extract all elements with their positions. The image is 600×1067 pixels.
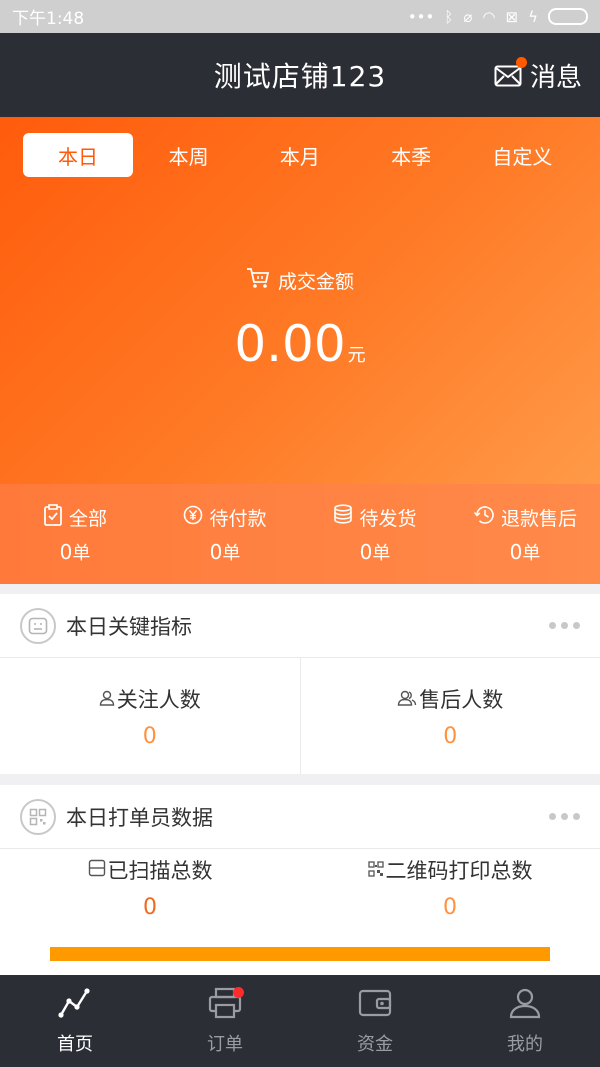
tab-week[interactable]: 本周: [133, 133, 244, 177]
mail-icon: [494, 57, 527, 87]
sales-hero: 本日 本周 本月 本季 自定义 成交金额 0.00 元: [0, 117, 600, 484]
tab-month[interactable]: 本月: [244, 133, 355, 177]
user-icon: [99, 687, 115, 711]
users-icon: [397, 687, 417, 711]
order-stats: 全部 0单 待付款 0单 待发货 0 单 退款售后 0 单: [0, 484, 600, 584]
status-bar: 下午1:48 ••• ᛒ ⌀ ◠ ⊠ ϟ: [0, 0, 600, 33]
history-icon: [473, 505, 495, 530]
printer-data-row: 已扫描总数 0 二维码打印总数 0: [0, 849, 600, 925]
wallet-icon: [357, 987, 393, 1030]
trend-icon: [57, 987, 93, 1030]
metric-aftersales-value: 0: [443, 723, 458, 749]
tabbar-orders[interactable]: 订单: [150, 975, 300, 1067]
key-metrics-more-icon[interactable]: [549, 622, 580, 629]
printer-data-more-icon[interactable]: [549, 813, 580, 820]
profile-icon: [507, 987, 543, 1030]
sales-amount-unit: 元: [347, 345, 366, 366]
cart-icon: [246, 267, 270, 294]
metric-scanned[interactable]: 已扫描总数 0: [0, 849, 300, 925]
metric-qr-printed-value: 0: [443, 894, 457, 920]
sales-amount-value: 0.00: [234, 315, 346, 373]
tab-custom[interactable]: 自定义: [467, 133, 578, 177]
key-metrics-header: 本日关键指标: [0, 594, 600, 658]
dashboard-icon: [20, 607, 56, 644]
yen-icon: [183, 505, 203, 530]
printer-data-section: 本日打单员数据 已扫描总数 0 二维码打印总数 0: [0, 785, 600, 975]
order-stat-pending-shipment[interactable]: 待发货 0单: [300, 484, 450, 584]
status-icons: ••• ᛒ ⌀ ◠ ⊠ ϟ: [408, 8, 588, 26]
wifi-icon: ◠: [482, 7, 496, 26]
key-metrics-section: 本日关键指标 关注人数 0 售后人数 0: [0, 594, 600, 774]
clipboard-icon: [43, 503, 63, 531]
printer-data-header: 本日打单员数据: [0, 785, 600, 849]
sales-amount: 0.00 元: [0, 315, 600, 373]
metric-followers-value: 0: [142, 723, 157, 749]
order-stat-refund[interactable]: 退款售后 0单: [450, 484, 600, 584]
sales-amount-label: 成交金额: [0, 267, 600, 294]
coins-icon: [333, 503, 353, 531]
printer-progress-fill: [50, 947, 550, 961]
sim-icon: ⊠: [505, 7, 519, 26]
charging-icon: ϟ: [528, 7, 538, 26]
key-metrics-row: 关注人数 0 售后人数 0: [0, 658, 600, 774]
metric-followers[interactable]: 关注人数 0: [0, 658, 300, 774]
bluetooth-icon: ᛒ: [444, 7, 454, 26]
tabbar-home[interactable]: 首页: [0, 975, 150, 1067]
bottom-tabbar: 首页 订单 资金 我的: [0, 975, 600, 1067]
key-metrics-title: 本日关键指标: [66, 614, 192, 639]
scan-icon: [88, 858, 106, 882]
status-time: 下午1:48: [12, 9, 85, 29]
tabbar-mine[interactable]: 我的: [450, 975, 600, 1067]
more-dots-icon: •••: [407, 7, 435, 26]
metric-aftersales[interactable]: 售后人数 0: [299, 658, 600, 774]
tab-quarter[interactable]: 本季: [356, 133, 467, 177]
metric-scanned-value: 0: [143, 894, 157, 920]
message-label: 消息: [529, 62, 582, 93]
order-stat-pending-payment[interactable]: 待付款 0单: [150, 484, 300, 584]
mute-icon: ⌀: [463, 7, 473, 26]
printer-data-title: 本日打单员数据: [66, 805, 213, 830]
battery-icon: [548, 8, 588, 25]
message-button[interactable]: 消息: [494, 33, 582, 117]
app-header: 测试店铺123 消息: [0, 33, 600, 117]
orders-badge-dot: [233, 987, 244, 998]
order-stat-all[interactable]: 全部 0单: [0, 484, 150, 584]
printer-progress-bar: [50, 947, 550, 961]
shop-title: 测试店铺123: [213, 60, 387, 93]
period-tabs: 本日 本周 本月 本季 自定义: [23, 133, 578, 177]
qrcode-icon: [20, 798, 56, 835]
tab-today[interactable]: 本日: [23, 133, 133, 177]
tabbar-funds[interactable]: 资金: [300, 975, 450, 1067]
qrcode-small-icon: [367, 858, 384, 882]
unread-dot: [515, 57, 527, 68]
metric-qr-printed[interactable]: 二维码打印总数 0: [300, 849, 600, 925]
